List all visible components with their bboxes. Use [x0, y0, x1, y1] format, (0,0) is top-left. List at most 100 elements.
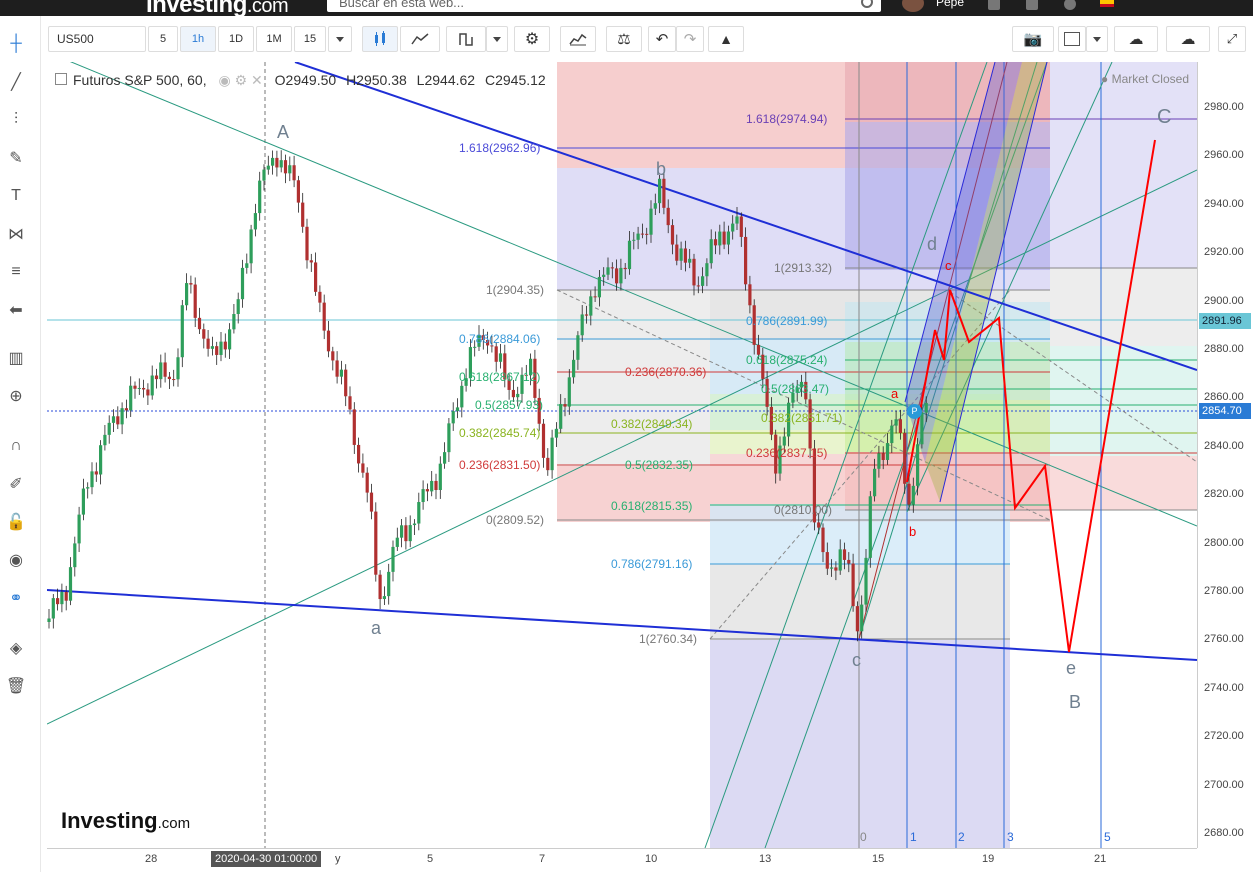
crosshair-icon[interactable]: ┼: [4, 32, 28, 56]
time-axis[interactable]: 28 y 5 7 10 13 15 19 21 2020-04-30 01:00…: [47, 848, 1197, 873]
candle-body: [821, 527, 825, 553]
candle-body: [391, 546, 395, 572]
symbol-input[interactable]: US500: [48, 26, 146, 52]
trash-icon[interactable]: 🗑: [4, 674, 28, 698]
drawing-tools-sidebar: ┼ ╱ ⫶ ✎ T ⋈ ≡ ⬅ ▥ ⊕ ∩ ✐ 🔓 ◉ ⚭ ◈ 🗑: [0, 16, 41, 872]
layout-dropdown[interactable]: [1086, 26, 1108, 52]
candle-body: [219, 341, 223, 355]
zoom-icon[interactable]: ⊕: [4, 384, 28, 408]
pitchfork-icon[interactable]: ⫶: [4, 108, 28, 132]
candle-body: [90, 471, 94, 488]
text-icon[interactable]: T: [4, 184, 28, 208]
candle-body: [688, 258, 692, 263]
candle-body: [172, 379, 176, 381]
magnet-icon[interactable]: ∩: [4, 434, 28, 458]
candles-chart-icon[interactable]: [362, 26, 398, 52]
fib-level-label: 0.786(2791.16): [611, 557, 693, 571]
user-avatar[interactable]: [902, 0, 924, 12]
fullscreen-icon[interactable]: ⤢: [1218, 26, 1246, 52]
candle-body: [258, 180, 262, 214]
candle-body: [696, 285, 700, 287]
fib-level-label: 0.618(2815.35): [611, 499, 693, 513]
price-label: 2860.00: [1204, 391, 1244, 404]
candle-body: [374, 511, 378, 575]
candle-body: [395, 537, 399, 547]
interval-custom[interactable]: 15: [294, 26, 326, 52]
candle-body: [632, 239, 636, 241]
candle-body: [365, 472, 369, 493]
candle-body: [911, 485, 915, 505]
indicators-dropdown[interactable]: [486, 26, 508, 52]
candle-body: [576, 335, 580, 360]
fib-level-label: 0.618(2875.24): [746, 353, 828, 367]
candle-body: [658, 178, 662, 204]
compare-icon[interactable]: [560, 26, 596, 52]
price-axis[interactable]: 2980.00 2960.00 2940.00 2920.00 2900.00 2880.…: [1197, 62, 1253, 848]
interval-1h[interactable]: 1h: [180, 26, 216, 52]
spain-flag-icon[interactable]: [1100, 0, 1114, 7]
bell-icon[interactable]: [988, 0, 1000, 10]
arrow-left-icon[interactable]: ⬅: [4, 298, 28, 322]
layers-icon[interactable]: ◈: [4, 636, 28, 660]
collapse-icon[interactable]: [55, 73, 67, 85]
chevron-down-icon: [336, 36, 344, 42]
legend-eye-icon[interactable]: ◉ ⚙ ✕: [219, 72, 263, 88]
trendline-icon[interactable]: ╱: [4, 70, 28, 94]
gann-number-1: 1: [910, 830, 917, 844]
candle-body: [412, 523, 417, 526]
interval-1m[interactable]: 1M: [256, 26, 292, 52]
candle-body: [868, 496, 872, 558]
candle-body: [782, 436, 786, 446]
candle-body: [683, 248, 687, 263]
link-icon[interactable]: ⚭: [4, 586, 28, 610]
candle-body: [559, 404, 563, 429]
lock-drawing-icon[interactable]: ✐: [4, 472, 28, 496]
pattern-icon[interactable]: ⋈: [4, 222, 28, 246]
fib-icon[interactable]: ≡: [4, 260, 28, 284]
pivot-marker-icon[interactable]: P: [907, 404, 922, 419]
brush-icon[interactable]: ✎: [4, 146, 28, 170]
logo-text: Investing: [146, 0, 247, 16]
candle-body: [460, 385, 464, 408]
candle-body: [296, 180, 300, 203]
site-search-input[interactable]: Buscar en esta web...: [327, 0, 881, 12]
username[interactable]: Pepe: [936, 0, 964, 9]
undo-icon[interactable]: ↶: [648, 26, 676, 52]
candle-body: [236, 299, 240, 315]
candle-body: [713, 239, 718, 246]
alert-icon[interactable]: ▲: [708, 26, 744, 52]
clock-icon[interactable]: [1064, 0, 1076, 10]
interval-5[interactable]: 5: [148, 26, 178, 52]
interval-dropdown[interactable]: [328, 26, 352, 52]
search-icon[interactable]: [861, 0, 873, 8]
layout-icon[interactable]: [1058, 26, 1086, 52]
gann-number-2: 2: [958, 830, 965, 844]
candle-body: [640, 233, 644, 235]
legend-low: L2944.62: [416, 72, 476, 88]
camera-icon[interactable]: 📷: [1012, 26, 1054, 52]
candle-body: [705, 263, 709, 277]
candle-body: [335, 360, 339, 377]
chart-drawings: [47, 62, 1197, 848]
cloud-save-icon[interactable]: ☁: [1166, 26, 1210, 52]
candle-body: [855, 606, 859, 632]
area-chart-icon[interactable]: [400, 26, 440, 52]
lock-icon[interactable]: 🔓: [4, 510, 28, 534]
eye-icon[interactable]: ◉: [4, 548, 28, 572]
cloud-load-icon[interactable]: ☁: [1114, 26, 1158, 52]
gear-icon[interactable]: ⚙: [514, 26, 550, 52]
interval-1d[interactable]: 1D: [218, 26, 254, 52]
candle-body: [898, 419, 902, 433]
price-label: 2840.00: [1204, 439, 1244, 452]
measure-icon[interactable]: ▥: [4, 346, 28, 370]
candle-body: [193, 284, 197, 318]
indicators-icon[interactable]: [446, 26, 486, 52]
investing-logo[interactable]: Investing.com: [146, 0, 289, 16]
candle-body: [86, 487, 90, 489]
portfolio-icon[interactable]: [1026, 0, 1038, 10]
scales-icon[interactable]: ⚖: [606, 26, 642, 52]
redo-icon[interactable]: ↷: [676, 26, 704, 52]
chevron-down-icon: [493, 36, 501, 42]
fib-zone: [1050, 268, 1197, 346]
price-chart[interactable]: Futuros S&P 500, 60, ◉ ⚙ ✕ O2949.50 H295…: [47, 62, 1197, 848]
